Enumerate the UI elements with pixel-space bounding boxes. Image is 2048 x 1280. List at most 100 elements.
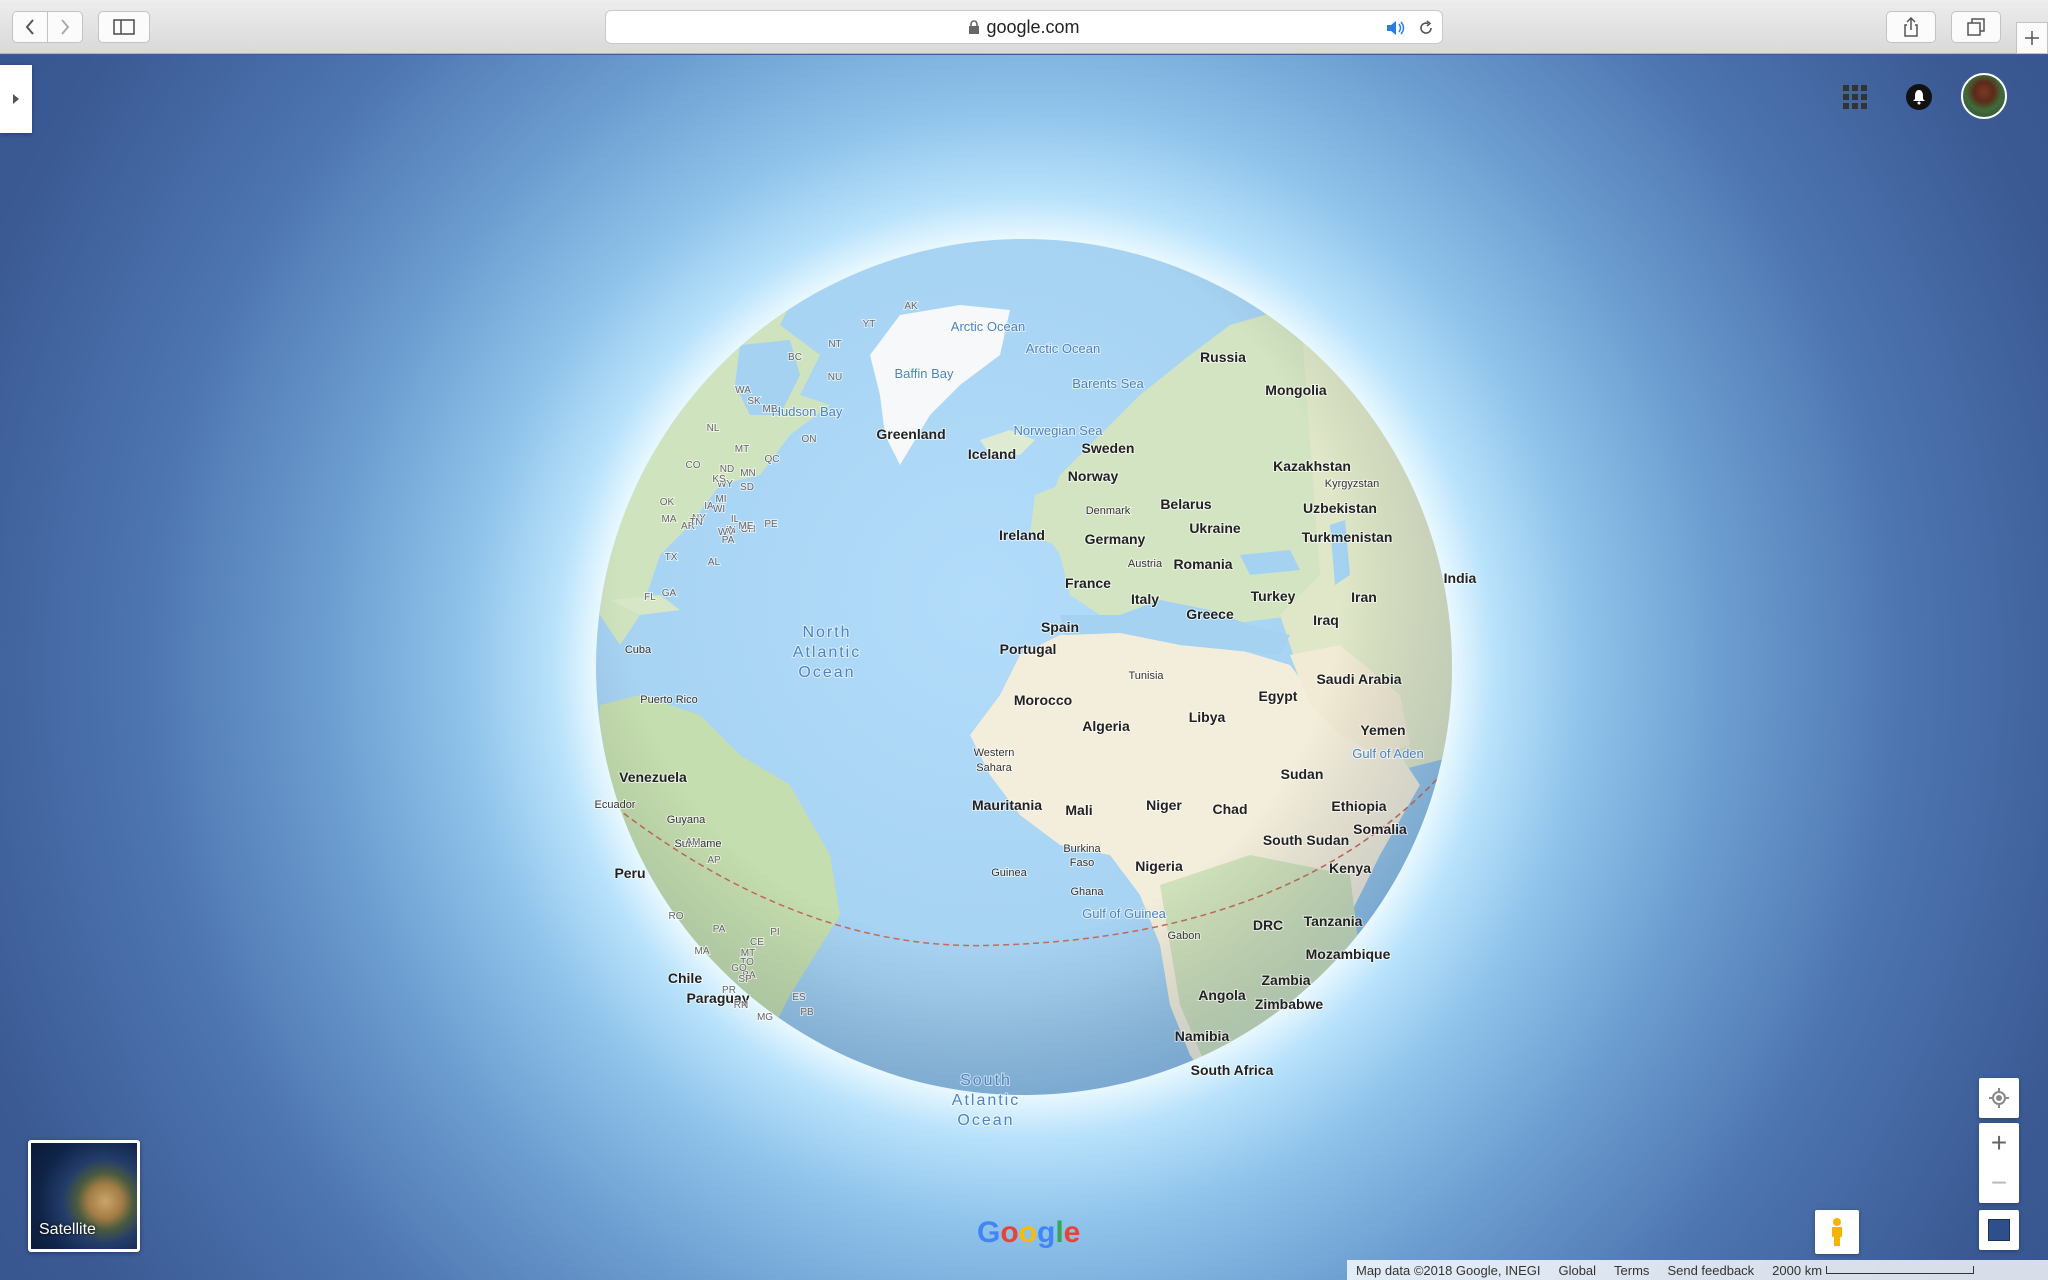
map-label-country[interactable]: Uzbekistan [1302, 499, 1378, 517]
map-label-country[interactable]: Kazakhstan [1272, 457, 1352, 475]
map-label-small[interactable]: Gabon [1166, 929, 1201, 943]
map-label-small[interactable]: Cuba [624, 643, 653, 657]
map-label-country[interactable]: South Africa [1190, 1061, 1275, 1079]
map-label-water[interactable]: Gulf of Guinea [1081, 905, 1168, 922]
map-label-ocean[interactable]: North [801, 623, 851, 642]
map-label-ocean[interactable]: Atlantic [951, 1091, 1020, 1110]
map-label-country[interactable]: South Sudan [1262, 831, 1350, 849]
map-label-country[interactable]: Morocco [1013, 691, 1073, 709]
map-label-country[interactable]: Belarus [1159, 495, 1213, 513]
map-label-country[interactable]: Iceland [967, 445, 1017, 463]
map-label-country[interactable]: Ireland [998, 526, 1046, 544]
map-label-country[interactable]: Peru [613, 864, 646, 882]
map-label-country[interactable]: Turkmenistan [1301, 528, 1394, 546]
map-label-small[interactable]: Kyrgyzstan [1324, 477, 1380, 491]
map-label-country[interactable]: Germany [1084, 530, 1147, 548]
map-label-ocean[interactable]: Atlantic [792, 643, 861, 662]
map-label-ocean[interactable]: Ocean [956, 1111, 1014, 1130]
avatar[interactable] [1961, 73, 2007, 119]
map-label-small[interactable]: Sahara [975, 761, 1013, 775]
map-label-country[interactable]: Ethiopia [1330, 797, 1387, 815]
map-label-country[interactable]: Libya [1188, 708, 1227, 726]
map-label-water[interactable]: Hudson Bay [771, 403, 844, 420]
sidebar-button[interactable] [98, 11, 150, 43]
satellite-toggle[interactable]: Satellite [28, 1140, 140, 1252]
scale-bar[interactable]: 2000 km [1763, 1263, 1983, 1278]
map-label-country[interactable]: Norway [1067, 467, 1120, 485]
map-label-country[interactable]: Portugal [999, 640, 1058, 658]
map-label-country[interactable]: Niger [1145, 796, 1183, 814]
map-label-water[interactable]: Baffin Bay [893, 365, 955, 382]
tabs-button[interactable] [1951, 11, 2001, 43]
map-label-country[interactable]: Yemen [1359, 721, 1406, 739]
map-label-country[interactable]: Greece [1185, 605, 1235, 623]
map-label-country[interactable]: Kenya [1328, 859, 1372, 877]
map-label-small[interactable]: Burkina [1062, 842, 1102, 856]
map-label-country[interactable]: Mali [1064, 801, 1093, 819]
map-label-country[interactable]: Mozambique [1305, 945, 1392, 963]
map-label-small[interactable]: Faso [1069, 856, 1095, 870]
map-label-country[interactable]: Egypt [1258, 687, 1299, 705]
map-label-country[interactable]: Russia [1199, 348, 1247, 366]
map-label-water[interactable]: Gulf of Aden [1351, 745, 1425, 762]
map-label-country[interactable]: India [1443, 569, 1478, 587]
my-location-button[interactable] [1979, 1078, 2019, 1118]
map-label-country[interactable]: Saudi Arabia [1315, 670, 1402, 688]
map-label-country[interactable]: Chile [667, 969, 703, 987]
map-label-country[interactable]: Spain [1040, 618, 1080, 636]
forward-button[interactable] [47, 11, 83, 43]
bell-icon[interactable] [1906, 84, 1932, 110]
map-label-country[interactable]: DRC [1252, 916, 1284, 934]
map-label-country[interactable]: Italy [1130, 590, 1160, 608]
map-label-country[interactable]: France [1064, 574, 1112, 592]
map-label-water[interactable]: Barents Sea [1071, 375, 1145, 392]
map-label-small[interactable]: Denmark [1085, 504, 1132, 518]
address-bar[interactable]: google.com [605, 10, 1443, 44]
map-label-country[interactable]: Algeria [1081, 717, 1131, 735]
map-label-country[interactable]: Sweden [1081, 439, 1136, 457]
map-canvas[interactable]: Arctic Ocean Arctic Ocean Baffin Bay Barent… [0, 55, 2048, 1280]
map-label-small[interactable]: Guyana [666, 813, 707, 827]
map-data-attribution[interactable]: Map data ©2018 Google, INEGI [1347, 1263, 1549, 1278]
globe[interactable]: Arctic Ocean Arctic Ocean Baffin Bay Barent… [0, 55, 2048, 1280]
new-tab-button[interactable] [2016, 22, 2048, 54]
map-label-country[interactable]: Iran [1350, 588, 1378, 606]
map-label-small[interactable]: Austria [1127, 557, 1164, 571]
map-label-country[interactable]: Venezuela [618, 768, 688, 786]
map-label-country[interactable]: Mauritania [971, 796, 1043, 814]
map-label-country[interactable]: Ukraine [1188, 519, 1242, 537]
map-label-country[interactable]: Nigeria [1134, 857, 1184, 875]
globe-toggle-button[interactable] [1979, 1210, 2019, 1250]
share-button[interactable] [1886, 11, 1936, 43]
map-label-country[interactable]: Zambia [1260, 971, 1311, 989]
map-label-ocean[interactable]: Ocean [797, 663, 855, 682]
map-label-small[interactable]: Western [973, 746, 1016, 760]
apps-icon[interactable] [1843, 85, 1867, 109]
back-button[interactable] [12, 11, 48, 43]
map-label-small[interactable]: Ecuador [594, 798, 637, 812]
global-link[interactable]: Global [1549, 1263, 1605, 1278]
zoom-in-button[interactable]: + [1979, 1123, 2019, 1163]
zoom-out-button[interactable]: − [1979, 1163, 2019, 1203]
map-label-country[interactable]: Greenland [875, 425, 946, 443]
reload-icon[interactable] [1417, 19, 1435, 37]
sidebar-toggle-button[interactable] [0, 65, 32, 133]
map-label-country[interactable]: Iraq [1312, 611, 1340, 629]
map-label-water[interactable]: Arctic Ocean [1025, 340, 1101, 357]
map-label-country[interactable]: Somalia [1352, 820, 1408, 838]
terms-link[interactable]: Terms [1605, 1263, 1658, 1278]
speaker-icon[interactable] [1385, 19, 1407, 37]
map-label-ocean[interactable]: South [959, 1071, 1012, 1090]
map-label-country[interactable]: Mongolia [1264, 381, 1328, 399]
map-label-country[interactable]: Zimbabwe [1254, 995, 1325, 1013]
map-label-country[interactable]: Turkey [1250, 587, 1297, 605]
send-feedback-link[interactable]: Send feedback [1658, 1263, 1763, 1278]
map-label-water[interactable]: Arctic Ocean [950, 318, 1026, 335]
map-label-country[interactable]: Namibia [1174, 1027, 1231, 1045]
pegman-button[interactable] [1815, 1210, 1859, 1254]
map-label-small[interactable]: Guinea [990, 866, 1028, 880]
map-label-country[interactable]: Sudan [1280, 765, 1325, 783]
map-label-small[interactable]: Ghana [1069, 885, 1105, 899]
map-label-country[interactable]: Chad [1212, 800, 1249, 818]
map-label-water[interactable]: Norwegian Sea [1013, 422, 1105, 439]
